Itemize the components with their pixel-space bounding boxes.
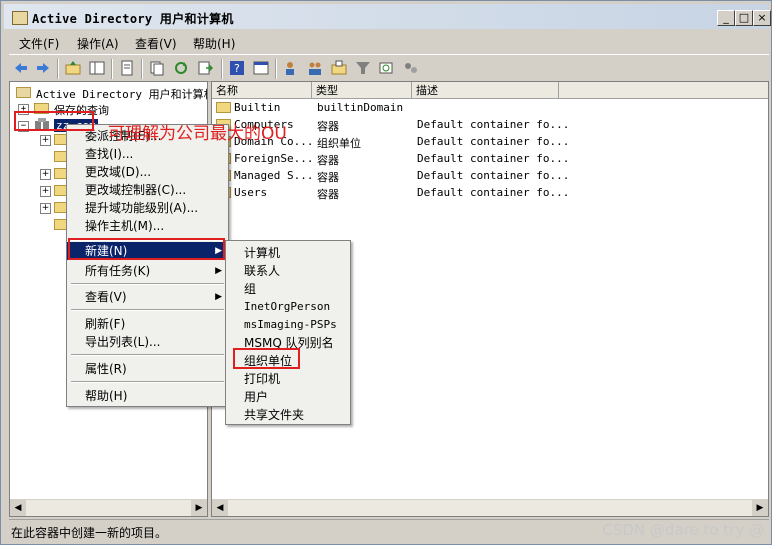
folder-icon xyxy=(216,102,231,113)
window-title: Active Directory 用户和计算机 xyxy=(32,12,234,26)
menu-action[interactable]: 操作(A) xyxy=(77,35,119,52)
menu-view[interactable]: 查看(V) xyxy=(135,35,177,52)
column-header-name[interactable]: 名称 xyxy=(212,82,312,99)
forward-icon[interactable] xyxy=(35,60,51,76)
scroll-right-icon[interactable]: ▶ xyxy=(752,500,768,516)
menu-item-change-domain[interactable]: 更改域(D)... xyxy=(67,163,228,181)
menu-file[interactable]: 文件(F) xyxy=(19,35,59,52)
title-bar[interactable]: Active Directory 用户和计算机 _ □ × xyxy=(4,4,771,29)
submenu-arrow-icon: ▶ xyxy=(215,292,222,302)
menu-item-operations-masters[interactable]: 操作主机(M)... xyxy=(67,217,228,235)
app-icon xyxy=(12,11,28,25)
add-to-group-icon[interactable] xyxy=(403,60,419,76)
back-icon[interactable] xyxy=(13,60,29,76)
close-button[interactable]: × xyxy=(753,10,771,26)
column-header-type[interactable]: 类型 xyxy=(312,82,412,99)
menu-bar: 文件(F) 操作(A) 查看(V) 帮助(H) xyxy=(9,31,769,53)
svg-text:?: ? xyxy=(234,62,240,75)
column-header-filler xyxy=(559,82,768,99)
new-submenu: 计算机 联系人 组 InetOrgPerson msImaging-PSPs M… xyxy=(225,240,351,425)
submenu-item-computer[interactable]: 计算机 xyxy=(226,244,350,262)
expand-icon[interactable]: + xyxy=(40,203,51,214)
status-text: 在此容器中创建一新的项目。 xyxy=(11,526,168,540)
tree-horizontal-scrollbar[interactable]: ◀ ▶ xyxy=(10,499,207,516)
filter-icon[interactable] xyxy=(355,60,371,76)
menu-item-refresh[interactable]: 刷新(F) xyxy=(67,315,228,333)
highlight-new-box xyxy=(68,238,225,260)
submenu-item-inetorgperson[interactable]: InetOrgPerson xyxy=(226,298,350,316)
help-icon[interactable]: ? xyxy=(229,60,245,76)
ad-root-icon xyxy=(16,87,31,98)
new-ou-icon[interactable] xyxy=(331,60,347,76)
context-menu: 委派控制(E)... 查找(I)... 更改域(D)... 更改域控制器(C).… xyxy=(66,124,229,407)
scroll-left-icon[interactable]: ◀ xyxy=(212,500,228,516)
scroll-left-icon[interactable]: ◀ xyxy=(10,500,26,516)
menu-item-view[interactable]: 查看(V) ▶ xyxy=(67,288,228,306)
submenu-item-printer[interactable]: 打印机 xyxy=(226,370,350,388)
menu-item-help[interactable]: 帮助(H) xyxy=(67,387,228,405)
find-icon[interactable] xyxy=(379,60,395,76)
up-folder-icon[interactable] xyxy=(65,60,81,76)
submenu-arrow-icon: ▶ xyxy=(215,266,222,276)
menu-item-raise-level[interactable]: 提升域功能级别(A)... xyxy=(67,199,228,217)
refresh-icon[interactable] xyxy=(173,60,189,76)
console-icon[interactable] xyxy=(253,60,269,76)
new-user-icon[interactable] xyxy=(283,60,299,76)
expand-icon[interactable]: + xyxy=(40,135,51,146)
highlight-domain-box xyxy=(14,111,94,131)
submenu-item-shared-folder[interactable]: 共享文件夹 xyxy=(226,406,350,424)
show-tree-icon[interactable] xyxy=(89,60,105,76)
details-horizontal-scrollbar[interactable]: ◀ ▶ xyxy=(212,499,768,516)
toolbar: ? xyxy=(9,54,769,82)
properties-icon[interactable] xyxy=(119,60,135,76)
maximize-button[interactable]: □ xyxy=(735,10,753,26)
menu-help[interactable]: 帮助(H) xyxy=(193,35,235,52)
submenu-item-group[interactable]: 组 xyxy=(226,280,350,298)
menu-item-properties[interactable]: 属性(R) xyxy=(67,360,228,378)
menu-item-all-tasks[interactable]: 所有任务(K) ▶ xyxy=(67,262,228,280)
new-group-icon[interactable] xyxy=(307,60,323,76)
scroll-right-icon[interactable]: ▶ xyxy=(191,500,207,516)
submenu-item-user[interactable]: 用户 xyxy=(226,388,350,406)
watermark: CSDN @dare to try @ xyxy=(602,521,764,539)
menu-item-find[interactable]: 查找(I)... xyxy=(67,145,228,163)
expand-icon[interactable]: + xyxy=(40,169,51,180)
expand-icon[interactable]: + xyxy=(40,186,51,197)
copy-icon[interactable] xyxy=(149,60,165,76)
export-list-icon[interactable] xyxy=(197,60,213,76)
submenu-item-contact[interactable]: 联系人 xyxy=(226,262,350,280)
submenu-item-msimaging[interactable]: msImaging-PSPs xyxy=(226,316,350,334)
highlight-ou-box xyxy=(233,348,300,369)
menu-item-change-dc[interactable]: 更改域控制器(C)... xyxy=(67,181,228,199)
annotation-text: 可理解为公司最大的OU xyxy=(108,124,287,144)
column-header-description[interactable]: 描述 xyxy=(412,82,559,99)
menu-item-export-list[interactable]: 导出列表(L)... xyxy=(67,333,228,351)
minimize-button[interactable]: _ xyxy=(717,10,735,26)
